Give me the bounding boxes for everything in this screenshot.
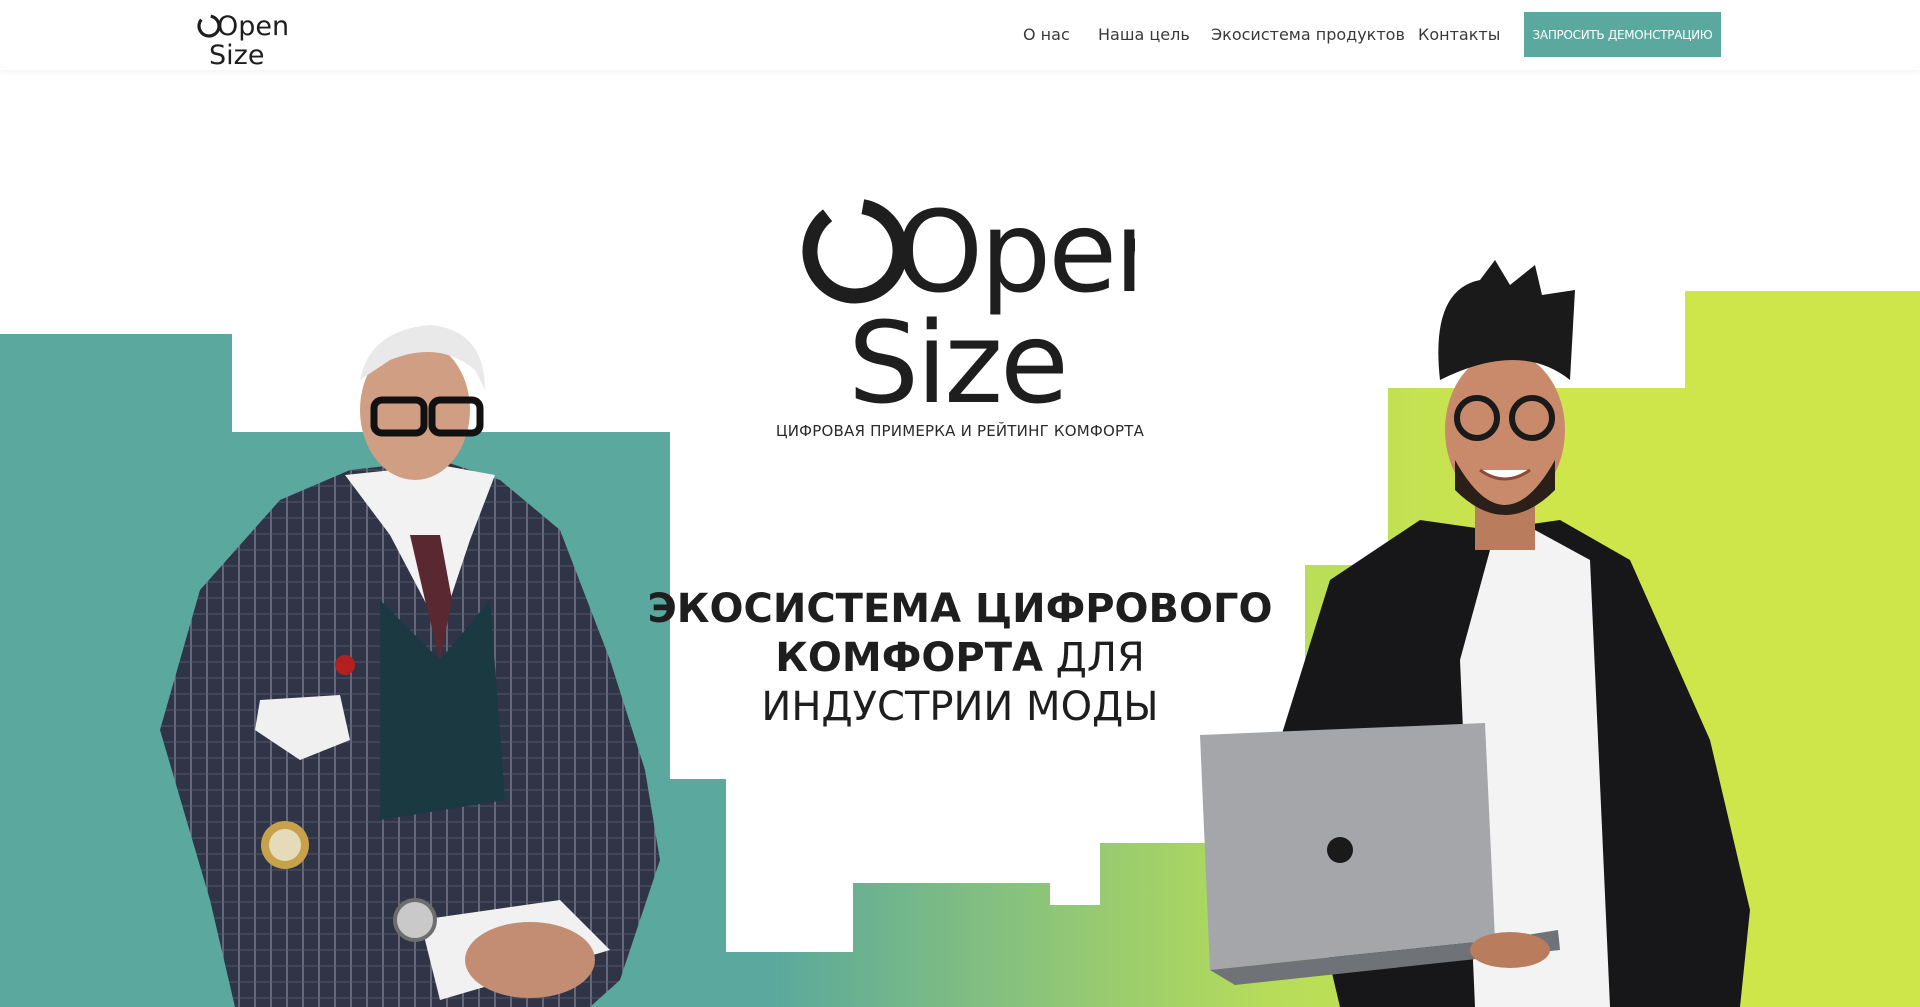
young-man-image [1200, 260, 1750, 1007]
hero-tagline: ЦИФРОВАЯ ПРИМЕРКА И РЕЙТИНГ КОМФОРТА [775, 422, 1145, 440]
header-logo-text-2: Size [209, 40, 264, 65]
header-logo[interactable]: Open Size [197, 5, 287, 65]
headline-bold-2: КОМФОРТА [775, 635, 1043, 681]
headline-regular-2: ДЛЯ [1042, 635, 1145, 681]
headline-regular-3: ИНДУСТРИИ МОДЫ [761, 684, 1159, 730]
request-demo-button[interactable]: ЗАПРОСИТЬ ДЕМОНСТРАЦИЮ [1524, 12, 1721, 57]
nav-link-ecosystem[interactable]: Экосистема продуктов [1211, 25, 1405, 44]
site-header: Open Size О нас Наша цель Экосистема про… [0, 0, 1920, 70]
nav-link-contacts[interactable]: Контакты [1418, 25, 1500, 44]
header-logo-text-1: Open [217, 11, 287, 42]
older-man-image [160, 325, 660, 1007]
nav-link-goal[interactable]: Наша цель [1098, 25, 1190, 44]
hero-logo: Open Size [802, 195, 1135, 410]
nav-link-about[interactable]: О нас [1023, 25, 1070, 44]
hero-section: Open Size ЦИФРОВАЯ ПРИМЕРКА И РЕЙТИНГ КО… [0, 70, 1920, 1007]
hero-logo-text-2: Size [848, 299, 1066, 410]
headline-bold-1: ЭКОСИСТЕМА ЦИФРОВОГО [647, 586, 1273, 632]
